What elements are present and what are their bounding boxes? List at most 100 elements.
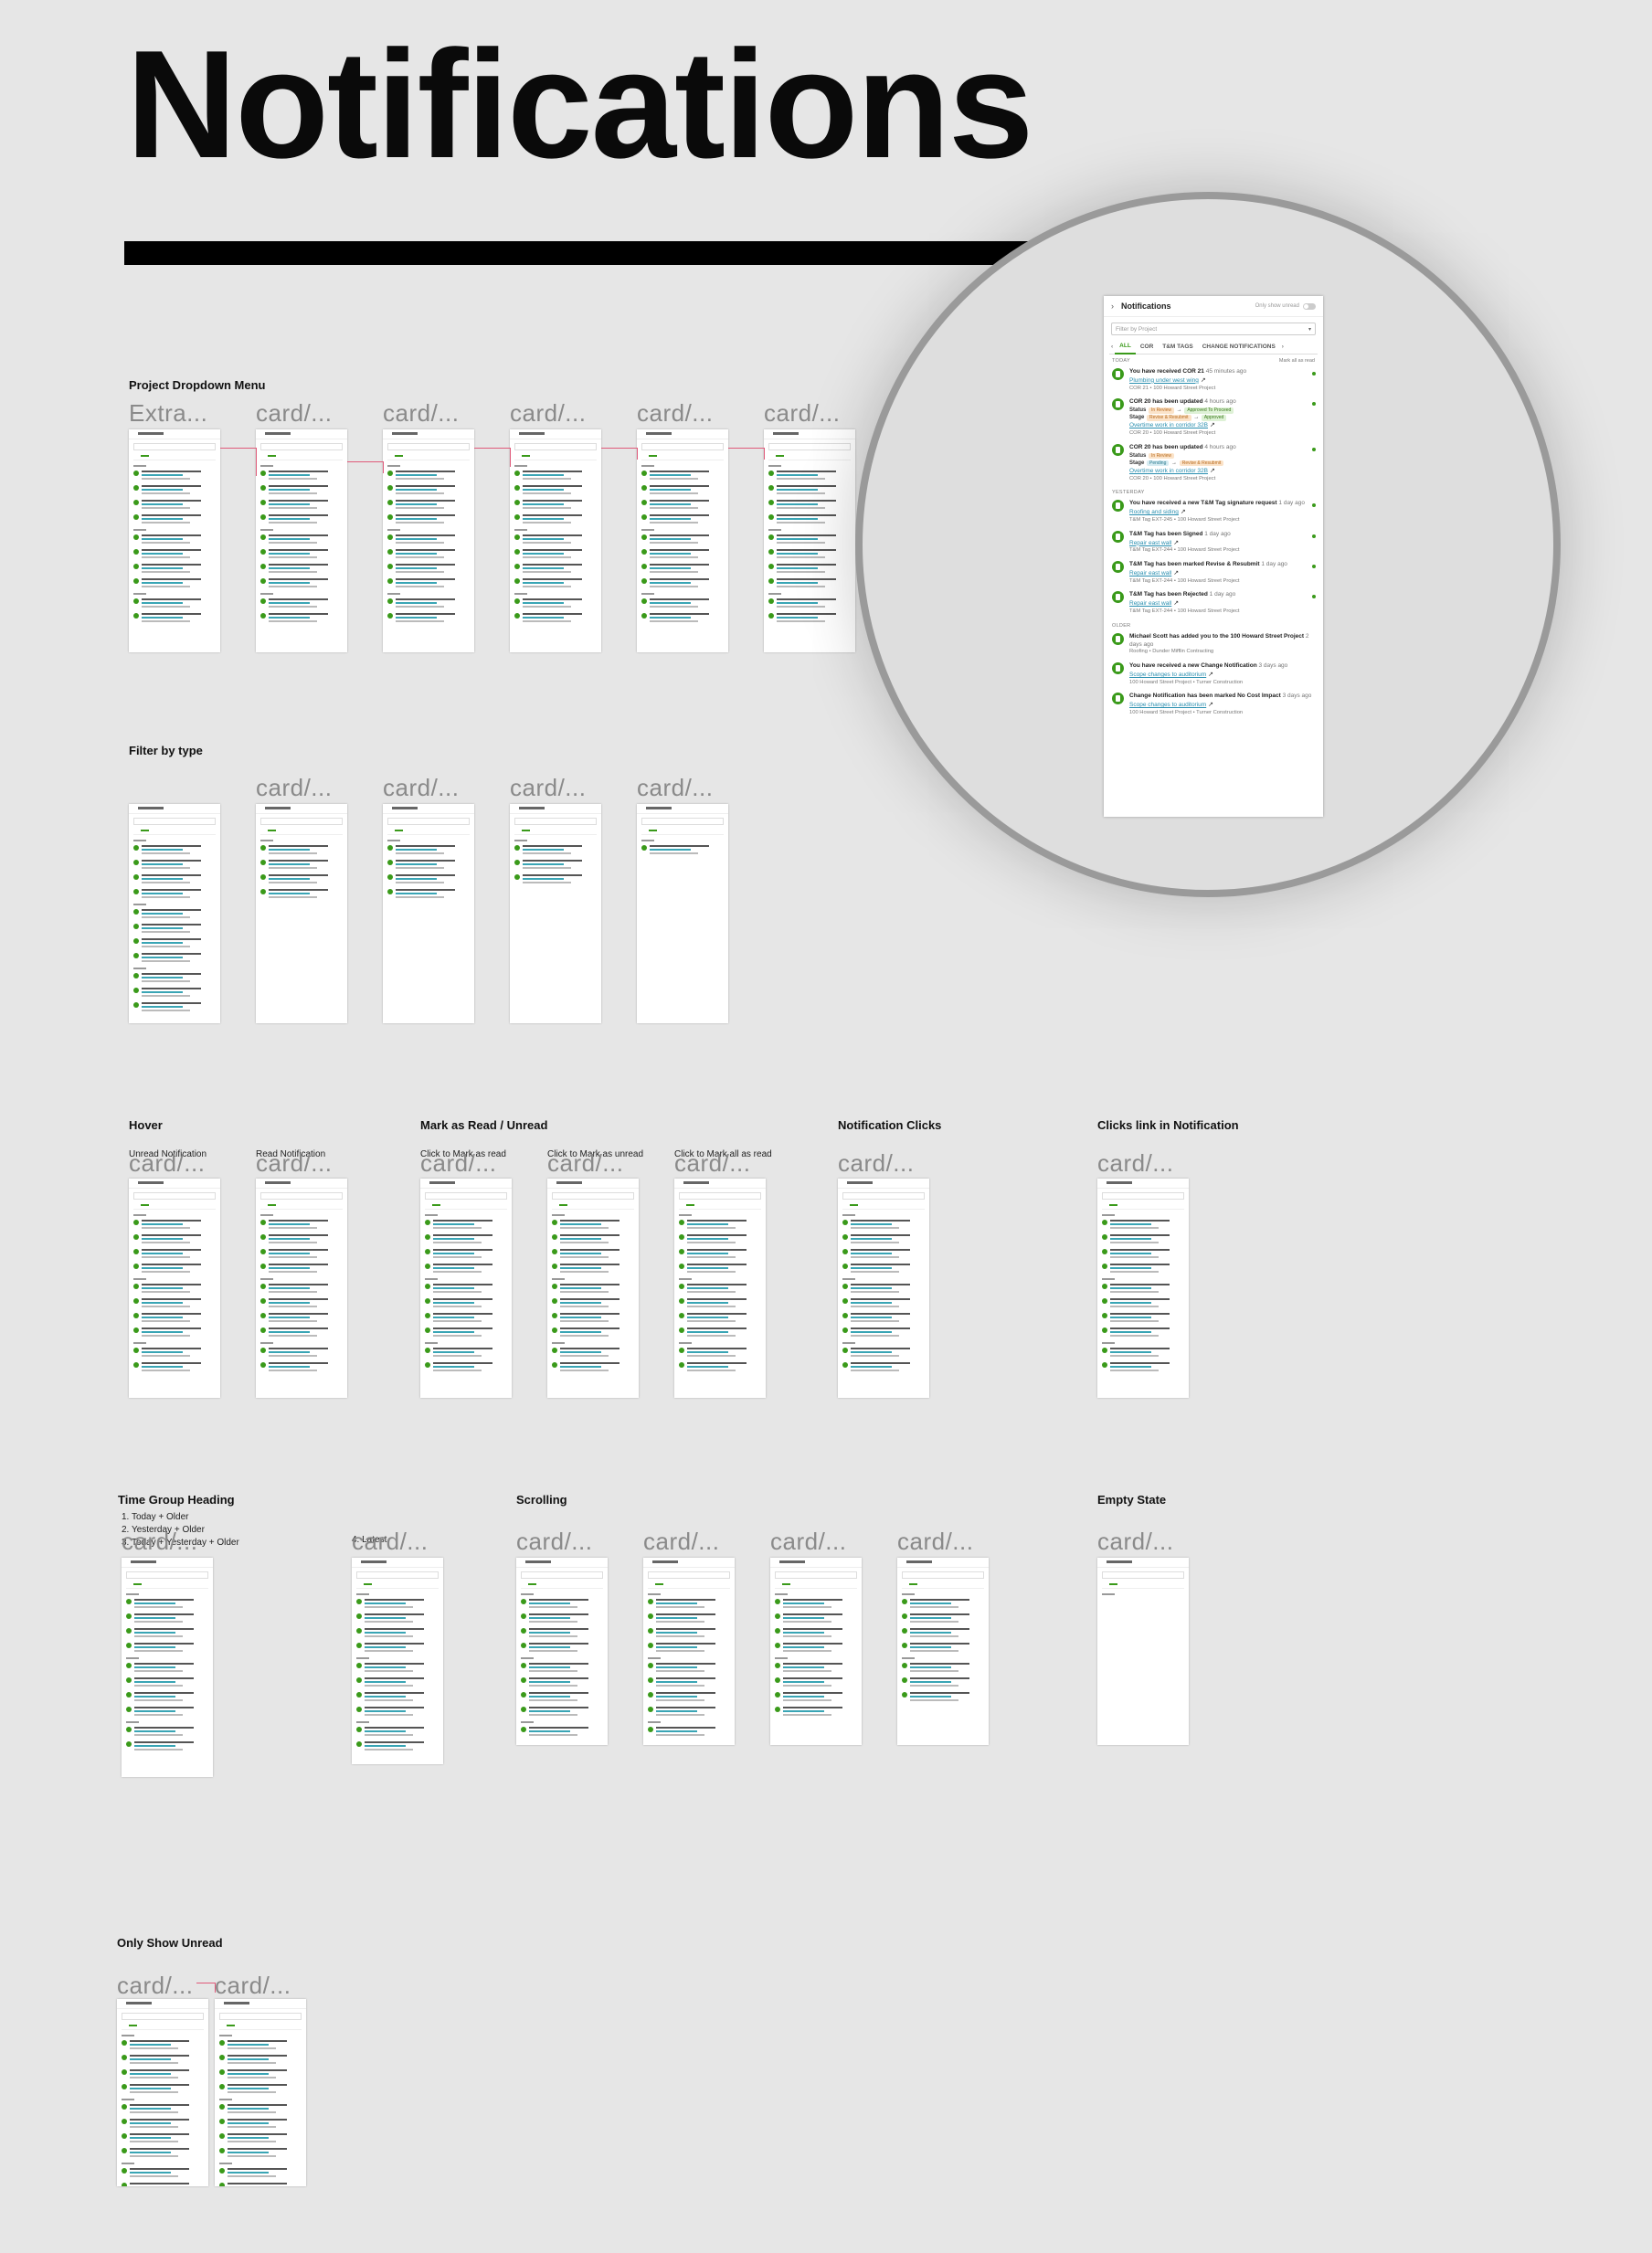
notification-item[interactable]: T&M Tag has been Rejected 1 day ago Repa…: [1104, 588, 1323, 619]
section-project-dropdown: Project Dropdown Menu: [129, 378, 266, 392]
flow-connector: [601, 448, 638, 460]
card-label: card/...: [1097, 1149, 1174, 1177]
flow-connector: [220, 448, 257, 476]
card-label: card/...: [129, 1149, 206, 1177]
card-label: card/...: [516, 1528, 593, 1555]
notification-item[interactable]: COR 20 has been updated 4 hours ago Stat…: [1104, 396, 1323, 441]
notification-title: Change Notification has been marked No C…: [1129, 693, 1281, 700]
notification-panel-thumbnail: [770, 1558, 862, 1745]
unread-indicator[interactable]: [1312, 595, 1316, 599]
notification-meta: T&M Tag EXT-244 • 100 Howard Street Proj…: [1129, 608, 1240, 614]
tab-tm-tags[interactable]: T&M TAGS: [1158, 341, 1197, 354]
notification-panel-thumbnail: [764, 429, 855, 652]
notification-item[interactable]: T&M Tag has been marked Revise & Resubmi…: [1104, 558, 1323, 588]
section-mark-read: Mark as Read / Unread: [420, 1118, 548, 1132]
notification-link[interactable]: Repair east wall: [1129, 540, 1171, 546]
document-icon: [1112, 500, 1124, 513]
card-label: card/...: [674, 1149, 751, 1177]
document-icon: [1112, 591, 1124, 604]
notification-item[interactable]: You have received a new T&M Tag signatur…: [1104, 497, 1323, 527]
document-icon: [1112, 530, 1124, 543]
notification-time: 3 days ago: [1282, 693, 1312, 700]
status-badge: In Review: [1149, 407, 1174, 414]
project-filter-placeholder: Filter by Project: [1116, 325, 1158, 333]
card-label: card/...: [420, 1149, 497, 1177]
card-label: card/...: [256, 399, 333, 427]
unread-indicator[interactable]: [1312, 372, 1316, 376]
notification-link[interactable]: Overtime work in corridor 32B: [1129, 468, 1208, 474]
stage-badge: Approved: [1201, 415, 1227, 421]
notification-link[interactable]: Roofing and siding: [1129, 509, 1179, 515]
notification-panel-thumbnail: [383, 804, 474, 1023]
notification-panel-thumbnail: [510, 429, 601, 652]
section-hover: Hover: [129, 1118, 163, 1132]
flow-connector: [347, 461, 384, 473]
document-icon: [1112, 368, 1124, 380]
notification-link[interactable]: Scope changes to auditorium: [1129, 702, 1206, 708]
notification-panel-thumbnail: [383, 429, 474, 652]
card-label: Extra...: [129, 399, 208, 427]
unread-indicator[interactable]: [1312, 534, 1316, 538]
unread-indicator[interactable]: [1312, 447, 1316, 451]
notification-link[interactable]: Plumbing under west wing: [1129, 377, 1199, 384]
external-link-icon: ↗: [1208, 671, 1214, 678]
notification-panel-thumbnail: [516, 1558, 608, 1745]
tab-cor[interactable]: COR: [1136, 341, 1158, 354]
card-label: card/...: [215, 1972, 291, 1999]
unread-indicator[interactable]: [1312, 503, 1316, 508]
notification-item[interactable]: You have received COR 21 45 minutes ago …: [1104, 365, 1323, 396]
notification-panel-thumbnail: [420, 1179, 512, 1398]
notification-title: You have received a new Change Notificat…: [1129, 662, 1257, 670]
section-filter-type: Filter by type: [129, 744, 203, 757]
notification-panel-thumbnail: [215, 1999, 306, 2186]
external-link-icon: ↗: [1180, 509, 1186, 516]
external-link-icon: ↗: [1209, 467, 1215, 474]
unread-indicator[interactable]: [1312, 402, 1316, 407]
notification-time: 4 hours ago: [1204, 443, 1236, 450]
notification-item[interactable]: T&M Tag has been Signed 1 day ago Repair…: [1104, 528, 1323, 558]
notification-link[interactable]: Repair east wall: [1129, 570, 1171, 576]
notification-title: T&M Tag has been Rejected: [1129, 591, 1208, 598]
notification-panel-thumbnail: [256, 804, 347, 1023]
mark-all-read-link[interactable]: Mark all as read: [1279, 358, 1315, 364]
notification-item[interactable]: You have received a new Change Notificat…: [1104, 660, 1323, 690]
notification-item[interactable]: Michael Scott has added you to the 100 H…: [1104, 630, 1323, 660]
card-label: card/...: [764, 399, 841, 427]
panel-header: › Notifications Only show unread: [1104, 296, 1323, 317]
notification-panel-thumbnail: [1097, 1179, 1189, 1398]
flow-connector: [474, 448, 511, 467]
project-filter-dropdown[interactable]: Filter by Project ▾: [1111, 323, 1316, 335]
notification-item[interactable]: Change Notification has been marked No C…: [1104, 690, 1323, 720]
tab-change-notifications[interactable]: CHANGE NOTIFICATIONS: [1198, 341, 1280, 354]
group-heading-today: TODAY Mark all as read: [1104, 354, 1323, 365]
notification-title: You have received a new T&M Tag signatur…: [1129, 500, 1277, 507]
chevron-right-icon[interactable]: ›: [1280, 341, 1286, 354]
notification-panel-thumbnail: [117, 1999, 208, 2186]
document-icon: [1112, 561, 1124, 574]
card-label: card/...: [510, 774, 587, 801]
card-label: card/...: [510, 399, 587, 427]
tab-all[interactable]: ALL: [1115, 340, 1136, 354]
notification-title: T&M Tag has been marked Revise & Resubmi…: [1129, 561, 1260, 568]
unread-indicator[interactable]: [1312, 565, 1316, 569]
notification-panel-thumbnail: [637, 804, 728, 1023]
section-time-group: Time Group Heading: [118, 1493, 235, 1507]
notification-link[interactable]: Scope changes to auditorium: [1129, 672, 1206, 678]
notification-title: COR 20 has been updated: [1129, 443, 1203, 450]
stage-label: Stage: [1129, 460, 1145, 466]
page-title: Notifications: [126, 18, 1033, 190]
group-heading-older: OLDER: [1104, 619, 1323, 630]
notification-link[interactable]: Repair east wall: [1129, 600, 1171, 607]
stage-badge: Revise & Resubmit: [1147, 415, 1191, 421]
card-label: card/...: [383, 399, 460, 427]
notification-link[interactable]: Overtime work in corridor 32B: [1129, 422, 1208, 428]
notification-title: You have received COR 21: [1129, 368, 1204, 375]
external-link-icon: ↗: [1173, 539, 1180, 546]
chevron-right-icon[interactable]: ›: [1111, 301, 1114, 311]
notification-meta: COR 21 • 100 Howard Street Project: [1129, 385, 1216, 391]
only-unread-toggle[interactable]: [1303, 302, 1316, 310]
notifications-panel: › Notifications Only show unread Filter …: [1104, 296, 1323, 817]
title-divider: [124, 241, 1038, 265]
notification-panel-thumbnail: [897, 1558, 989, 1745]
notification-item[interactable]: COR 20 has been updated 4 hours ago Stat…: [1104, 441, 1323, 487]
